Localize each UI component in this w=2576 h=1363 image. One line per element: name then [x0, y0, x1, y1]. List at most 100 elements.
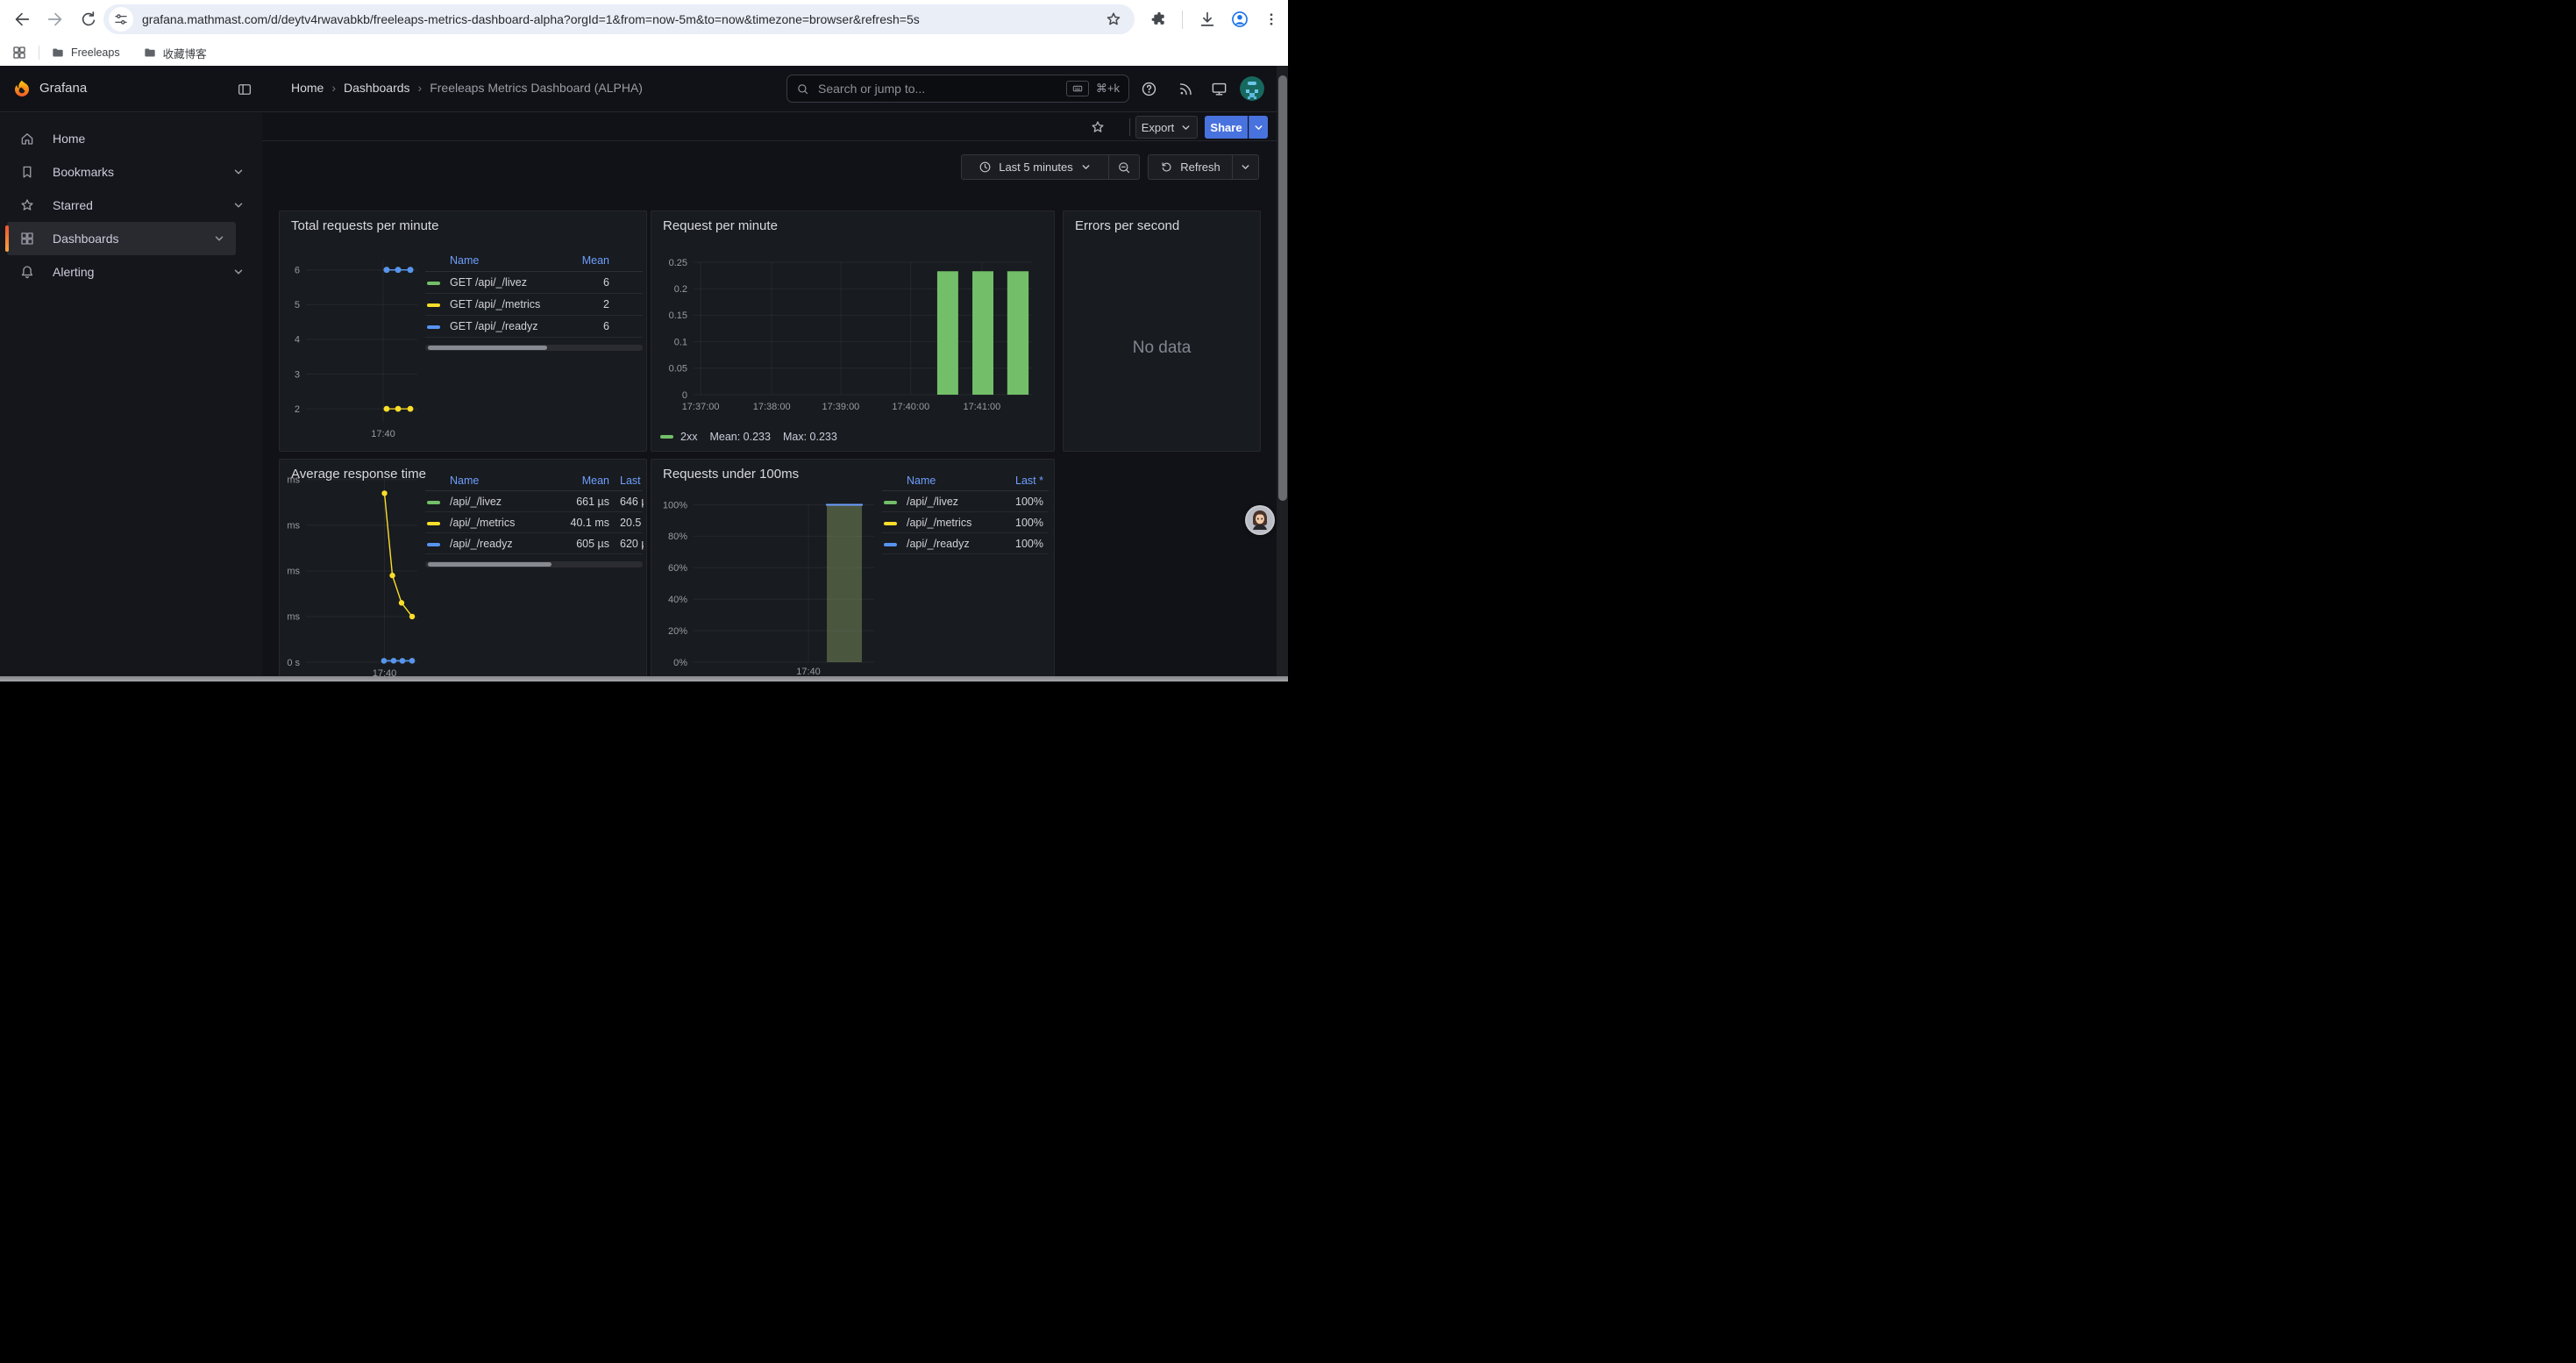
- legend-header-row: Name Mean Last *: [425, 470, 643, 491]
- series-name[interactable]: GET /api/_/metrics: [450, 294, 540, 316]
- url-text[interactable]: grafana.mathmast.com/d/deytv4rwavabkb/fr…: [142, 4, 1102, 34]
- legend-col-mean[interactable]: Mean: [582, 250, 609, 272]
- breadcrumb-item[interactable]: Dashboards: [344, 81, 410, 95]
- profile-icon[interactable]: [1230, 10, 1249, 29]
- legend-scrollbar-thumb[interactable]: [428, 346, 547, 350]
- series-name[interactable]: GET /api/_/readyz: [450, 316, 538, 338]
- legend-col-name[interactable]: Name: [907, 470, 936, 491]
- sidebar-item-label: Home: [53, 132, 85, 146]
- legend-col-name[interactable]: Name: [450, 250, 479, 272]
- legend-col-name[interactable]: Name: [450, 470, 479, 491]
- legend-header-row: Name Mean: [425, 250, 643, 272]
- export-button[interactable]: Export: [1135, 116, 1198, 139]
- series-name[interactable]: /api/_/readyz: [907, 533, 970, 554]
- series-last: 100%: [1015, 491, 1043, 512]
- keyboard-hint: [1066, 81, 1089, 96]
- zoom-out-button[interactable]: [1109, 154, 1140, 180]
- series-name[interactable]: 2xx: [680, 431, 697, 443]
- favorite-star-icon[interactable]: [1090, 119, 1106, 135]
- share-dropdown-button[interactable]: [1249, 116, 1268, 139]
- refresh-interval-dropdown[interactable]: [1233, 154, 1259, 180]
- reload-icon[interactable]: [79, 10, 98, 29]
- panel-title[interactable]: Request per minute: [663, 218, 778, 233]
- time-range-button[interactable]: Last 5 minutes: [961, 154, 1109, 180]
- share-button[interactable]: Share: [1205, 116, 1248, 139]
- legend-col-last[interactable]: Last *: [1015, 470, 1043, 491]
- back-icon[interactable]: [12, 10, 32, 29]
- legend-col-mean[interactable]: Mean: [582, 470, 609, 491]
- search-box[interactable]: ⌘+k: [786, 75, 1129, 103]
- browser-menu-icon[interactable]: [1263, 11, 1279, 27]
- series-last: 100%: [1015, 512, 1043, 533]
- legend-row: GET /api/_/readyz6: [425, 316, 643, 338]
- breadcrumb-item: Freeleaps Metrics Dashboard (ALPHA): [430, 81, 643, 95]
- sidebar-item-starred[interactable]: Starred: [7, 189, 255, 222]
- bookmark-item[interactable]: Freeleaps: [51, 46, 120, 60]
- svg-text:3: 3: [295, 369, 300, 380]
- legend-line: 2xx Mean: 0.233 Max: 0.233: [660, 431, 837, 443]
- refresh-button[interactable]: Refresh: [1148, 154, 1233, 180]
- sidebar-item-dashboards[interactable]: Dashboards: [7, 222, 236, 255]
- browser-toolbar: grafana.mathmast.com/d/deytv4rwavabkb/fr…: [0, 0, 1288, 39]
- sidebar-item-alerting[interactable]: Alerting: [7, 255, 255, 289]
- page-scrollbar[interactable]: [1277, 66, 1288, 682]
- user-avatar[interactable]: [1240, 76, 1264, 101]
- apps-grid-icon[interactable]: [11, 45, 27, 61]
- floating-assistant-avatar[interactable]: [1245, 505, 1275, 535]
- scrollbar-thumb[interactable]: [1278, 75, 1287, 501]
- bookmark-icon: [19, 164, 35, 180]
- panel-title[interactable]: Requests under 100ms: [663, 467, 799, 482]
- svg-text:17:39:00: 17:39:00: [822, 402, 859, 412]
- sidebar-item-label: Dashboards: [53, 232, 119, 246]
- chevron-down-icon: [1180, 122, 1192, 133]
- series-name[interactable]: /api/_/metrics: [907, 512, 971, 533]
- brand-text: Grafana: [39, 81, 87, 96]
- news-icon[interactable]: [1178, 81, 1194, 97]
- folder-icon: [143, 46, 157, 60]
- forward-icon[interactable]: [46, 10, 65, 29]
- svg-text:0.05: 0.05: [669, 364, 687, 375]
- legend-scrollbar[interactable]: [425, 561, 643, 567]
- search-input[interactable]: [816, 81, 1059, 96]
- svg-text:40 ms: 40 ms: [285, 567, 300, 577]
- chevron-down-icon: [1240, 161, 1251, 173]
- series-name[interactable]: /api/_/livez: [907, 491, 958, 512]
- folder-icon: [51, 46, 65, 60]
- series-swatch: [427, 543, 440, 546]
- legend-row: /api/_/metrics40.1 ms20.5 ms: [425, 512, 643, 533]
- legend-col-last[interactable]: Last *: [620, 470, 644, 491]
- legend-scrollbar-thumb[interactable]: [428, 562, 551, 567]
- monitor-icon[interactable]: [1211, 81, 1228, 97]
- panel-title[interactable]: Total requests per minute: [291, 218, 438, 233]
- chevron-down-icon[interactable]: [213, 232, 225, 245]
- bookmark-label: Freeleaps: [71, 46, 120, 59]
- series-name[interactable]: GET /api/_/livez: [450, 272, 527, 294]
- sidebar-item-bookmarks[interactable]: Bookmarks: [7, 155, 255, 189]
- extensions-icon[interactable]: [1150, 11, 1168, 28]
- bookmark-star-icon[interactable]: [1105, 11, 1122, 28]
- download-icon[interactable]: [1198, 10, 1217, 29]
- breadcrumb-item[interactable]: Home: [291, 81, 324, 95]
- requests-under-100ms-chart: 100%80%60%40%20%0%17:40: [657, 486, 881, 682]
- svg-text:0.25: 0.25: [669, 258, 687, 268]
- chevron-down-icon[interactable]: [232, 166, 245, 178]
- sidebar-toggle-icon[interactable]: [237, 82, 253, 97]
- svg-text:80%: 80%: [668, 532, 687, 542]
- series-name[interactable]: /api/_/metrics: [450, 512, 515, 533]
- legend-scrollbar[interactable]: [425, 345, 643, 351]
- grafana-logo-icon[interactable]: [11, 79, 32, 100]
- series-name[interactable]: /api/_/readyz: [450, 533, 513, 554]
- series-name[interactable]: /api/_/livez: [450, 491, 502, 512]
- chevron-down-icon[interactable]: [232, 199, 245, 211]
- chevron-down-icon: [1080, 161, 1092, 173]
- site-settings-button[interactable]: [109, 7, 133, 32]
- legend-row: /api/_/readyz100%: [882, 533, 1049, 554]
- bookmark-item[interactable]: 收藏博客: [143, 45, 207, 61]
- breadcrumb-separator: ›: [331, 81, 336, 95]
- panel-title[interactable]: Errors per second: [1075, 218, 1179, 233]
- url-bar[interactable]: grafana.mathmast.com/d/deytv4rwavabkb/fr…: [103, 4, 1135, 34]
- chevron-down-icon[interactable]: [232, 266, 245, 278]
- help-icon[interactable]: [1141, 81, 1157, 97]
- main-content: Export Share Last 5 minutes: [262, 113, 1288, 682]
- sidebar-item-home[interactable]: Home: [7, 122, 255, 155]
